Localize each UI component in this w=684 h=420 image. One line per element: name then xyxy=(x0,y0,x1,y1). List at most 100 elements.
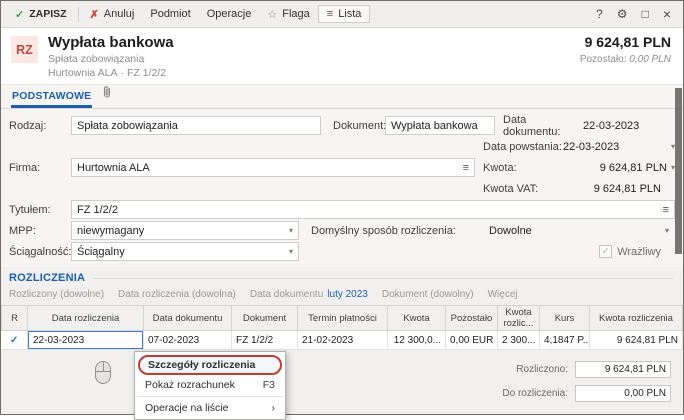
remaining-value: 0,00 PLN xyxy=(629,54,671,65)
help-button[interactable]: ? xyxy=(596,7,603,21)
filter-data-rozliczenia[interactable]: Data rozliczenia (dowolna) xyxy=(118,289,236,300)
form-row-data-powstania: Data powstania: 22-03-2023 ▾ xyxy=(9,137,675,156)
cell-kwota-rozliczenia[interactable]: 9 624,81 PLN xyxy=(590,331,683,350)
breadcrumb-docref[interactable]: FZ 1/2/2 xyxy=(127,67,166,79)
sciagalnosc-label: Ściągalność: xyxy=(9,246,71,258)
header-text-block: Wypłata bankowa Spłata zobowiązania Hurt… xyxy=(48,34,174,79)
filter-rozliczony[interactable]: Rozliczony (dowolne) xyxy=(9,289,104,300)
mpp-label: MPP: xyxy=(9,225,71,237)
document-header: RZ Wypłata bankowa Spłata zobowiązania H… xyxy=(1,28,683,85)
tab-podstawowe[interactable]: PODSTAWOWE xyxy=(11,90,92,108)
data-dokumentu-value: 22-03-2023 xyxy=(583,120,639,132)
lookup-menu-icon[interactable]: ≡ xyxy=(463,162,469,174)
filter-wiecej[interactable]: Więcej xyxy=(488,289,518,300)
form-row-mpp: MPP: niewymagany ▾ Domyślny sposób rozli… xyxy=(9,221,675,240)
col-header-kwota-rozliczenia[interactable]: Kwota rozliczenia xyxy=(590,306,683,331)
sciagalnosc-value: Ściągalny xyxy=(77,246,285,258)
menu-shortcut: F3 xyxy=(263,379,275,391)
domyslny-label: Domyślny sposób rozliczenia: xyxy=(311,225,471,237)
tytulem-field[interactable]: FZ 1/2/2 ≡ xyxy=(71,200,675,219)
form-row-sciagalnosc: Ściągalność: Ściągalny ▾ ✓ Wrażliwy xyxy=(9,242,675,261)
cancel-x-icon: ✗ xyxy=(90,8,99,21)
form-row-firma: Firma: Hurtownia ALA ≡ Kwota: 9 624,81 P… xyxy=(9,158,675,177)
col-header-pozostalo[interactable]: Pozostało xyxy=(446,306,498,331)
header-amount: 9 624,81 PLN xyxy=(580,34,671,50)
close-button[interactable]: × xyxy=(663,6,671,22)
dokument-value: Wypłata bankowa xyxy=(391,120,489,132)
operacje-button[interactable]: Operacje xyxy=(199,5,260,23)
form-row-tytulem: Tytułem: FZ 1/2/2 ≡ xyxy=(9,200,675,219)
page-title: Wypłata bankowa xyxy=(48,34,174,51)
document-form: Rodzaj: Spłata zobowiązania Dokument: Wy… xyxy=(1,109,683,267)
kwota-field[interactable]: 9 624,81 PLN ▾ xyxy=(563,162,675,174)
menu-item-szczegoly[interactable]: Szczegóły rozliczenia xyxy=(138,355,282,375)
domyslny-combobox[interactable]: Dowolne ▾ xyxy=(483,221,675,240)
col-header-dokument[interactable]: Dokument xyxy=(232,306,298,331)
rodzaj-label: Rodzaj: xyxy=(9,120,71,132)
cell-kwota[interactable]: 12 300,0... xyxy=(388,331,446,350)
attachment-paperclip-icon[interactable] xyxy=(101,85,113,104)
summary-rozliczono: Rozliczono: 9 624,81 PLN xyxy=(502,361,671,378)
cell-kurs[interactable]: 4,1847 P... xyxy=(540,331,590,350)
col-header-data-dokumentu[interactable]: Data dokumentu xyxy=(144,306,232,331)
cell-pozostalo[interactable]: 0,00 EUR xyxy=(446,331,498,350)
lookup-menu-icon[interactable]: ≡ xyxy=(663,204,669,216)
maximize-button[interactable]: □ xyxy=(642,7,649,21)
sciagalnosc-combobox[interactable]: Ściągalny ▾ xyxy=(71,242,299,261)
filter-data-dokumentu[interactable]: Data dokumentu luty 2023 xyxy=(250,289,368,300)
mpp-value: niewymagany xyxy=(77,225,285,237)
menu-item-pokaz-rozrachunek[interactable]: Pokaż rozrachunek F3 xyxy=(135,376,285,394)
kwota-label: Kwota: xyxy=(483,162,563,174)
firma-field[interactable]: Hurtownia ALA ≡ xyxy=(71,158,475,177)
save-button[interactable]: ✓ ZAPISZ xyxy=(7,5,75,24)
col-header-kwota-rozl[interactable]: Kwota rozlic... xyxy=(498,306,540,331)
vertical-scrollbar[interactable] xyxy=(675,88,682,254)
cell-kwota-rozl[interactable]: 2 300... xyxy=(498,331,540,350)
settings-gear-icon[interactable]: ⚙ xyxy=(617,7,628,21)
col-header-data-rozliczenia[interactable]: Data rozliczenia xyxy=(28,306,144,331)
form-row-rodzaj: Rodzaj: Spłata zobowiązania Dokument: Wy… xyxy=(9,116,675,135)
window-controls: ? ⚙ □ × xyxy=(596,6,677,22)
col-header-kwota[interactable]: Kwota xyxy=(388,306,446,331)
cell-termin[interactable]: 21-02-2023 xyxy=(298,331,388,350)
page-subtitle: Spłata zobowiązania xyxy=(48,53,174,65)
col-header-kurs[interactable]: Kurs xyxy=(540,306,590,331)
data-powstania-label: Data powstania: xyxy=(483,141,563,153)
filter-data-dokumentu-value: luty 2023 xyxy=(327,289,368,300)
breadcrumb-company[interactable]: Hurtownia ALA xyxy=(48,67,117,79)
wrazliwy-checkbox[interactable]: ✓ xyxy=(599,245,612,258)
podmiot-button[interactable]: Podmiot xyxy=(142,5,198,23)
chevron-down-icon: ▾ xyxy=(289,226,293,235)
kwota-vat-value: 9 624,81 PLN xyxy=(594,183,661,195)
flaga-button[interactable]: ☆ Flaga xyxy=(259,5,317,24)
cancel-button-label: Anuluj xyxy=(104,8,135,20)
filter-dokument[interactable]: Dokument (dowolny) xyxy=(382,289,474,300)
save-check-icon: ✓ xyxy=(15,8,24,21)
operacje-button-label: Operacje xyxy=(207,8,252,20)
toolbar: ✓ ZAPISZ ✗ Anuluj Podmiot Operacje ☆ Fla… xyxy=(1,1,683,28)
table-row[interactable]: ✓ 22-03-2023 07-02-2023 FZ 1/2/2 21-02-2… xyxy=(2,331,683,350)
cell-data-rozliczenia[interactable]: 22-03-2023 xyxy=(28,331,144,350)
tytulem-label: Tytułem: xyxy=(9,204,71,216)
mpp-combobox[interactable]: niewymagany ▾ xyxy=(71,221,299,240)
rodzaj-field[interactable]: Spłata zobowiązania xyxy=(71,116,321,135)
cancel-button[interactable]: ✗ Anuluj xyxy=(82,5,143,24)
lista-button[interactable]: ≡ Lista xyxy=(318,5,371,23)
chevron-down-icon: ▾ xyxy=(665,226,669,235)
data-powstania-field[interactable]: 22-03-2023 ▾ xyxy=(563,141,675,153)
col-header-r[interactable]: R xyxy=(2,306,28,331)
row-check-icon[interactable]: ✓ xyxy=(2,331,28,350)
context-menu: Szczegóły rozliczenia Pokaż rozrachunek … xyxy=(134,351,286,420)
do-rozliczenia-value: 0,00 PLN xyxy=(575,385,671,402)
menu-item-operacje-na-liscie[interactable]: Operacje na liście › xyxy=(135,399,285,417)
menu-item-label: Operacje na liście xyxy=(145,402,228,414)
inline-edit-box[interactable]: 22-03-2023 xyxy=(28,331,143,349)
filter-data-dokumentu-label: Data dokumentu xyxy=(250,289,323,300)
wrazliwy-label: Wrażliwy xyxy=(617,246,661,258)
cell-data-dokumentu[interactable]: 07-02-2023 xyxy=(144,331,232,350)
data-dokumentu-field[interactable]: 22-03-2023 xyxy=(583,120,675,132)
col-header-termin[interactable]: Termin płatności xyxy=(298,306,388,331)
cell-dokument[interactable]: FZ 1/2/2 xyxy=(232,331,298,350)
dokument-field[interactable]: Wypłata bankowa xyxy=(385,116,495,135)
rodzaj-value: Spłata zobowiązania xyxy=(77,120,315,132)
